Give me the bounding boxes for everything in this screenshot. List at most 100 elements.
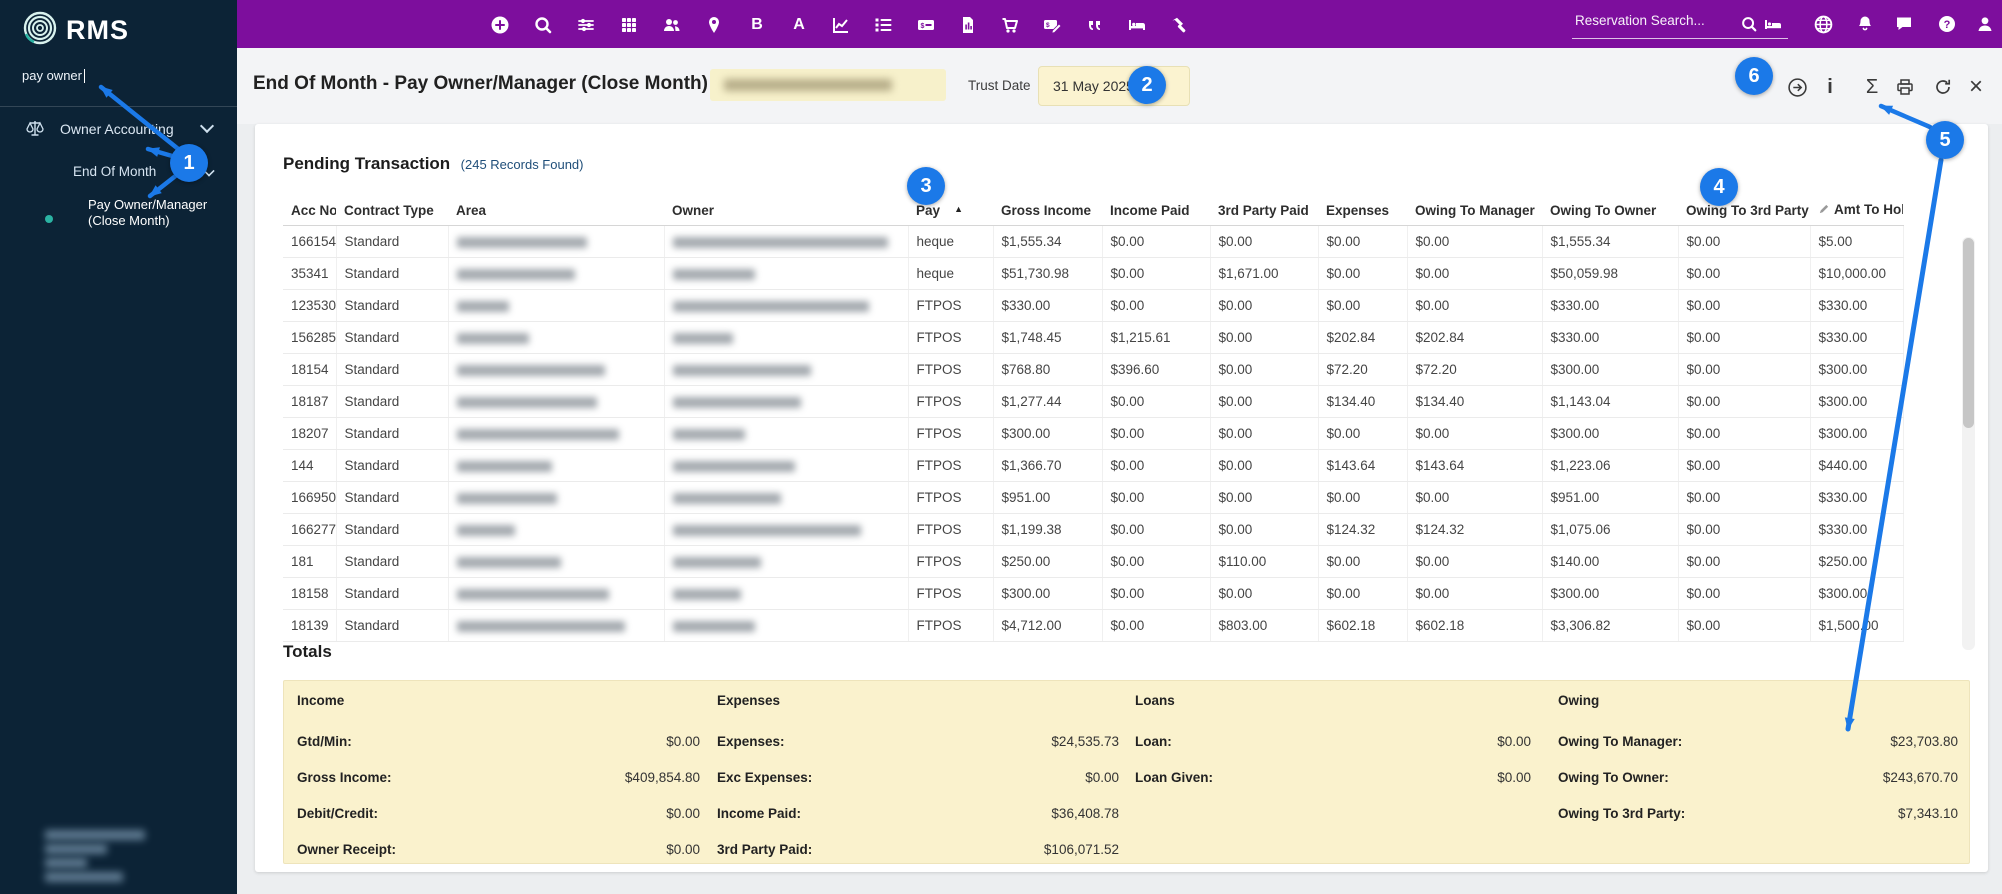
table-row[interactable]: 35341 Standard heque $51,730.98 $0.00 $1,671.… [283,257,1904,290]
page-title: End Of Month - Pay Owner/Manager (Close … [253,73,708,94]
money-pen-icon[interactable]: $ [1039,14,1065,36]
info-icon[interactable]: i [1817,74,1843,100]
contract-type-cell: Standard [335,353,448,386]
col-header-owner[interactable]: Owner [664,202,908,226]
money-check-icon[interactable]: $ [913,14,939,36]
scrollbar-thumb[interactable] [1963,238,1974,428]
amount-cell: $300.00 [1541,577,1678,610]
acc-no-link[interactable]: 35341 [283,257,336,290]
charts-icon[interactable] [828,14,854,36]
acc-no-link[interactable]: 18158 [283,577,336,610]
amount-cell: $0.00 [1677,481,1810,514]
col-header-amt-to-hold[interactable]: Amt To Hold [1810,202,1903,226]
chat-icon[interactable] [1892,13,1916,35]
acc-no-link[interactable]: 166154 [283,225,336,258]
col-header-contract-type[interactable]: Contract Type [336,202,448,226]
table-row[interactable]: 18154 Standard FTPOS $768.80 $396.60 $0.00 $72… [283,353,1904,386]
table-row[interactable]: 166277 Standard FTPOS $1,199.38 $0.00 $0.00 $1… [283,513,1904,546]
totals-row: Owing To 3rd Party: $7,343.10 [1558,806,1958,824]
acc-no-link[interactable]: 156285 [283,321,336,354]
totals-row: Owing To Owner: $243,670.70 [1558,770,1958,788]
col-header-gross-income[interactable]: Gross Income [993,202,1102,226]
trust-date-input[interactable]: 31 May 2025 [1038,66,1190,106]
table-row[interactable]: 123530 Standard FTPOS $330.00 $0.00 $0.00 $0.0… [283,289,1904,322]
search-icon[interactable] [530,14,556,36]
totals-row: Gtd/Min: $0.00 [297,734,700,752]
sigma-totals-icon[interactable]: Σ [1859,74,1885,100]
vertical-scrollbar[interactable] [1962,237,1975,650]
quote-icon[interactable] [1082,14,1108,36]
amount-cell: $0.00 [1677,225,1810,258]
acc-no-link[interactable]: 144 [283,449,336,482]
rms-logo[interactable]: RMS [22,10,129,51]
acc-no-link[interactable]: 18139 [283,609,336,642]
acc-no-link[interactable]: 18187 [283,385,336,418]
table-row[interactable]: 18187 Standard FTPOS $1,277.44 $0.00 $0.00 $13… [283,385,1904,418]
amount-cell: $3,306.82 [1541,609,1678,642]
table-row[interactable]: 156285 Standard FTPOS $1,748.45 $1,215.61 $0.… [283,321,1904,354]
acc-no-link[interactable]: 18154 [283,353,336,386]
amount-cell: $330.00 [1809,481,1904,514]
table-row[interactable]: 18207 Standard FTPOS $300.00 $0.00 $0.00 $0.00… [283,417,1904,450]
owner-cell-redacted [663,449,908,482]
amount-cell: $1,199.38 [992,513,1102,546]
report-icon[interactable] [955,14,981,36]
text-caret [83,69,85,83]
table-row[interactable]: 144 Standard FTPOS $1,366.70 $0.00 $0.00 $143.… [283,449,1904,482]
owner-cell-redacted [663,417,908,450]
table-row[interactable]: 166154 Standard heque $1,555.34 $0.00 $0.00 $0… [283,225,1904,258]
cart-icon[interactable] [997,14,1023,36]
table-row[interactable]: 18158 Standard FTPOS $300.00 $0.00 $0.00 $0.00… [283,577,1904,610]
bell-icon[interactable] [1853,13,1877,35]
col-header-pay[interactable]: Pay ▲ [908,202,993,226]
bed-search-icon[interactable] [1761,13,1785,35]
bed-icon[interactable] [1124,14,1150,36]
table-row[interactable]: 18139 Standard FTPOS $4,712.00 $0.00 $803.00 $… [283,609,1904,642]
table-row[interactable]: 166950 Standard FTPOS $951.00 $0.00 $0.00 $0.0… [283,481,1904,514]
col-header-acc-no[interactable]: Acc No [283,202,336,226]
reservation-search-input[interactable]: Reservation Search... [1575,13,1705,28]
amount-cell: $1,366.70 [992,449,1102,482]
acc-no-link[interactable]: 166950 [283,481,336,514]
totals-value: $0.00 [1497,734,1531,749]
globe-icon[interactable] [1811,13,1835,35]
add-icon[interactable] [487,14,513,36]
totals-box: Income Gtd/Min: $0.00 Gross Income: $409,854… [283,680,1970,864]
totals-group-header: Loans [1135,693,1175,708]
amount-cell: $4,712.00 [992,609,1102,642]
col-header-owing-to-manager[interactable]: Owing To Manager [1407,202,1542,226]
help-icon[interactable]: ? [1935,13,1959,35]
sidebar-search-input[interactable]: pay owner [22,68,85,83]
tools-icon[interactable] [1166,14,1192,36]
print-icon[interactable] [1892,74,1918,100]
acc-no-link[interactable]: 166277 [283,513,336,546]
table-row[interactable]: 181 Standard FTPOS $250.00 $0.00 $110.00 $0.00… [283,545,1904,578]
acc-no-link[interactable]: 123530 [283,289,336,322]
amount-cell: $0.00 [1406,257,1542,290]
amount-cell: $0.00 [1677,321,1810,354]
search-small-icon[interactable] [1737,13,1761,35]
guests-icon[interactable] [659,14,685,36]
refresh-icon[interactable] [1930,74,1956,100]
map-icon[interactable] [701,14,727,36]
contract-type-cell: Standard [335,321,448,354]
filters-icon[interactable] [573,14,599,36]
letter-b-icon[interactable]: B [744,14,770,36]
user-icon[interactable] [1973,13,1997,35]
close-icon[interactable]: × [1963,74,1989,100]
col-header-income-paid[interactable]: Income Paid [1102,202,1210,226]
callout-4: 4 [1700,168,1738,206]
pay-method-cell: FTPOS [907,385,993,418]
col-header-owing-to-3rd-party[interactable]: Owing To 3rd Party [1678,202,1810,226]
tasks-icon[interactable] [870,14,896,36]
letter-a-icon[interactable]: A [786,14,812,36]
col-header-expenses[interactable]: Expenses [1318,202,1407,226]
go-arrow-circle-icon[interactable] [1784,74,1810,100]
grid-icon[interactable] [616,14,642,36]
col-header-3rd-party-paid[interactable]: 3rd Party Paid [1210,202,1318,226]
col-header-area[interactable]: Area [448,202,664,226]
contract-type-cell: Standard [335,577,448,610]
col-header-owing-to-owner[interactable]: Owing To Owner [1542,202,1678,226]
acc-no-link[interactable]: 18207 [283,417,336,450]
acc-no-link[interactable]: 181 [283,545,336,578]
